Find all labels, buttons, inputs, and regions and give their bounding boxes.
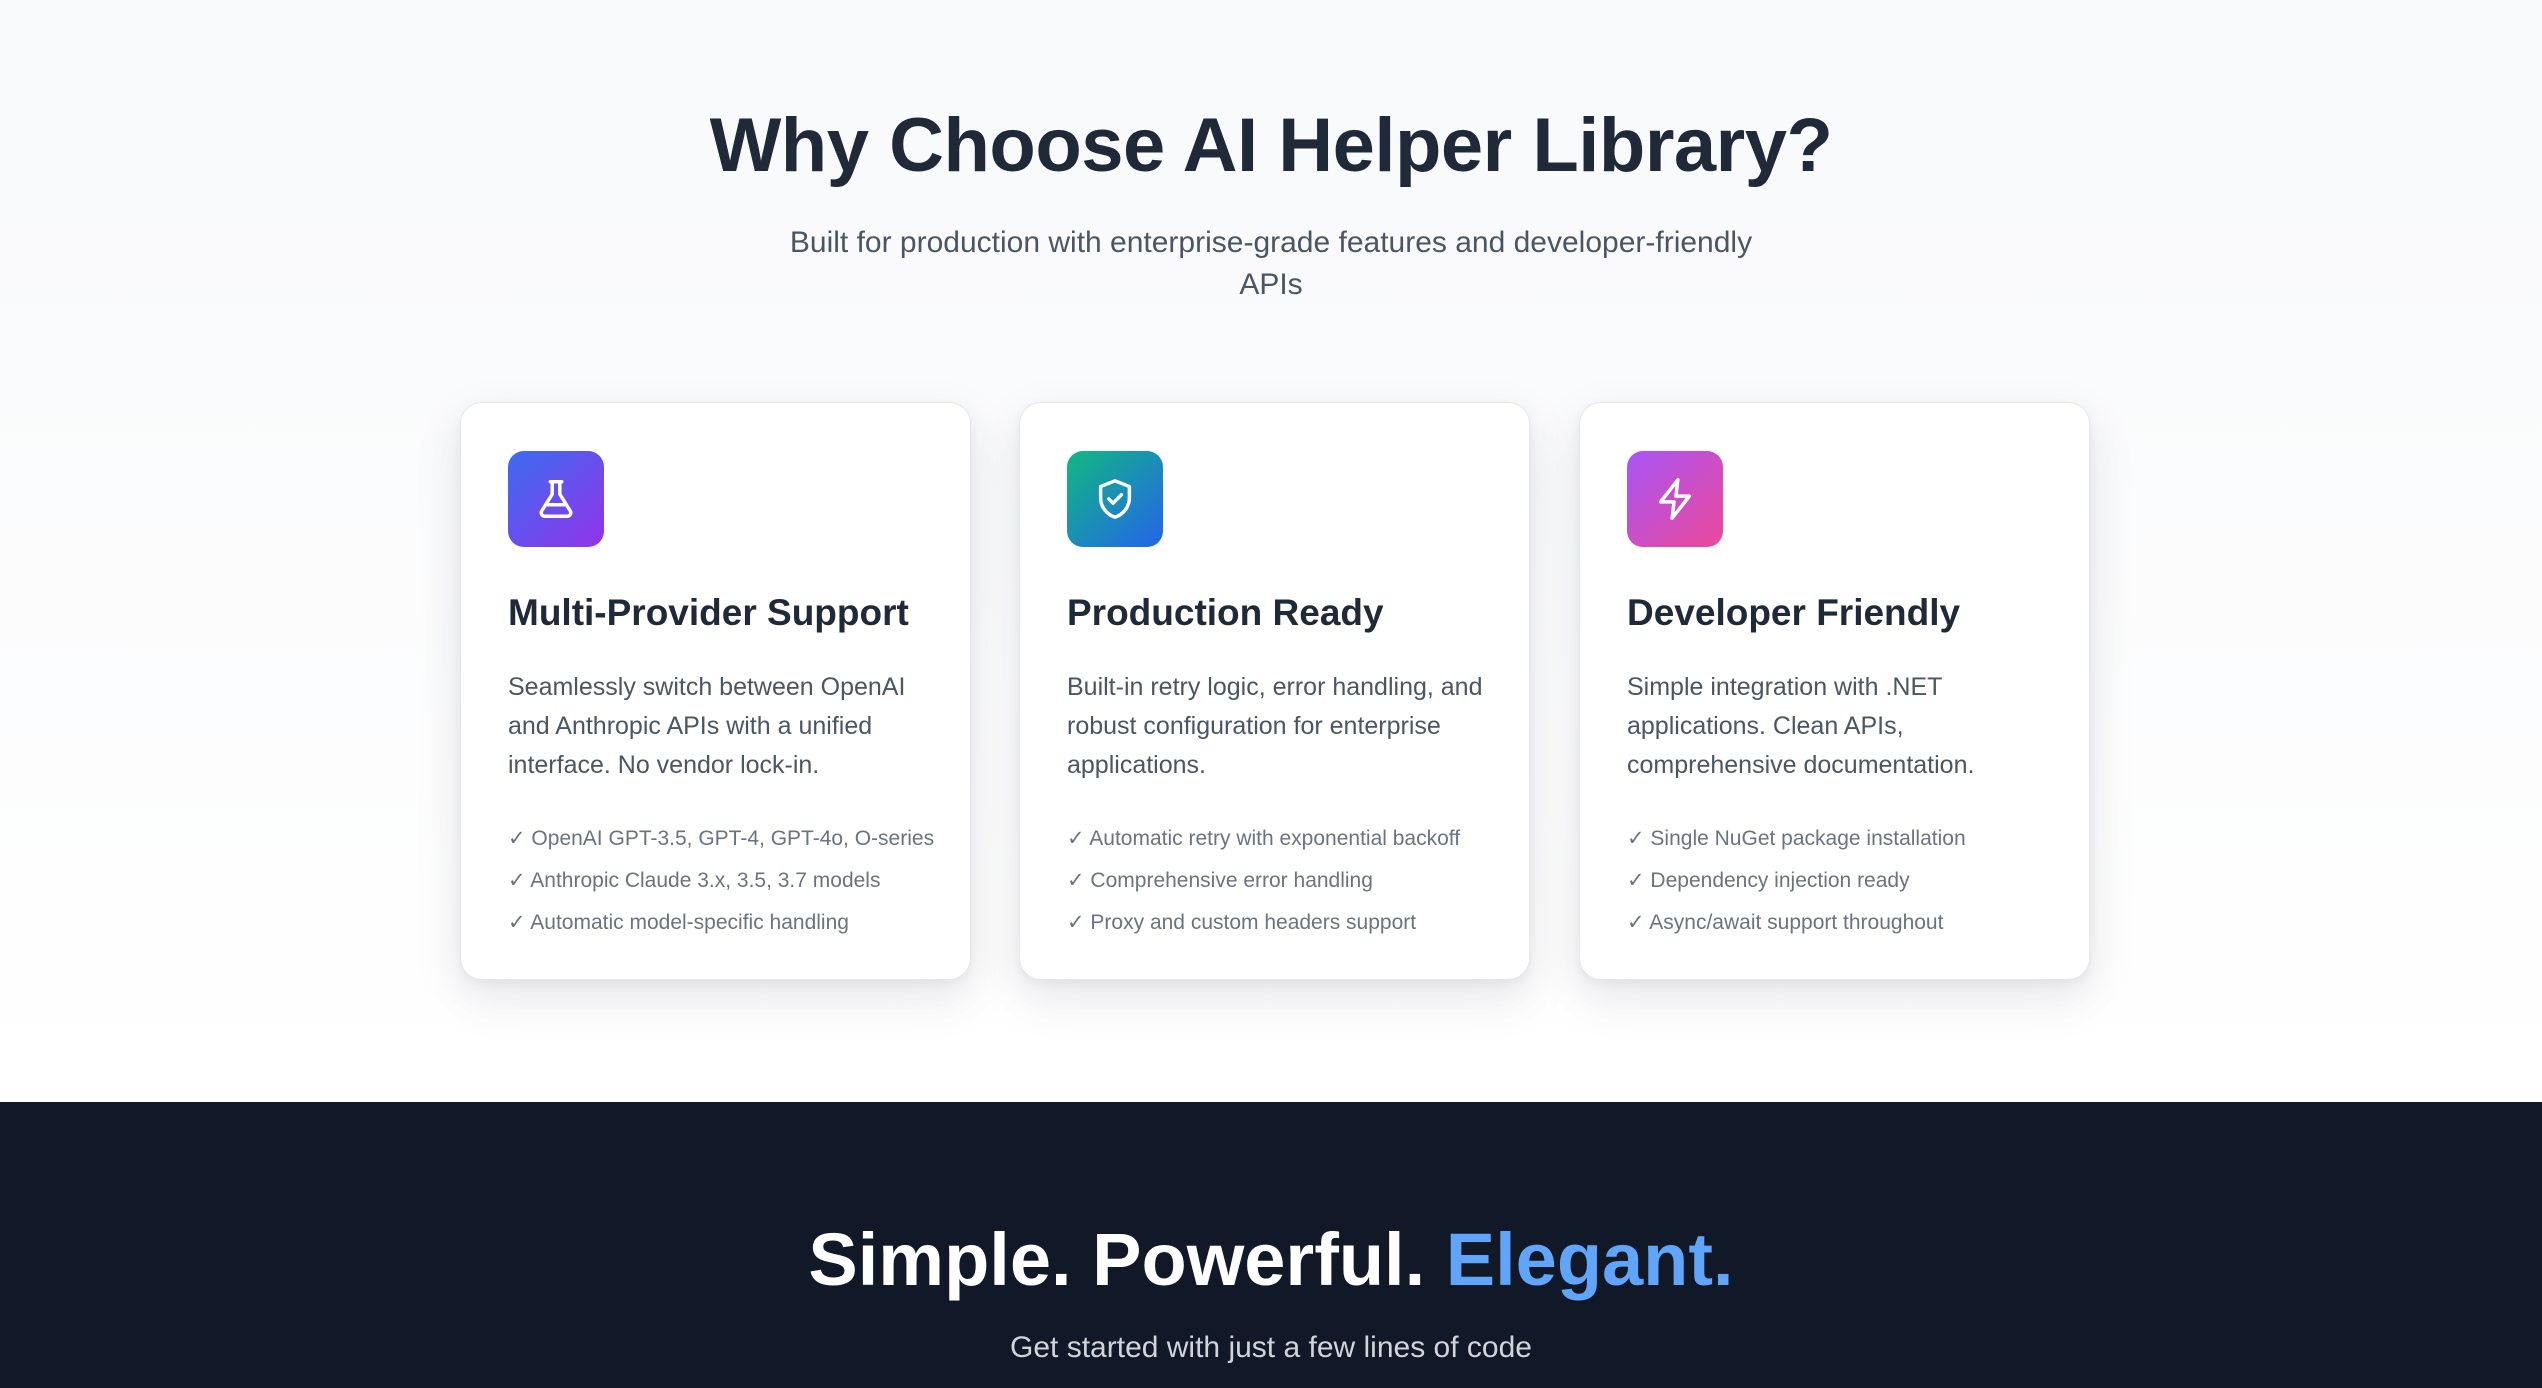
card-description: Seamlessly switch between OpenAI and Ant… — [508, 673, 906, 779]
features-subheading: Built for production with enterprise-gra… — [789, 226, 1753, 301]
feature-card-production-ready: Production Ready Built-in retry logic, e… — [1019, 402, 1530, 980]
card-feature-list: ✓ OpenAI GPT-3.5, GPT-4, GPT-4o, O-serie… — [508, 818, 934, 944]
list-item: ✓ Comprehensive error handling — [1067, 869, 1373, 892]
features-heading: Why Choose AI Helper Library? — [709, 103, 1833, 188]
list-item: ✓ Dependency injection ready — [1627, 869, 1910, 892]
card-description: Simple integration with .NET application… — [1627, 673, 1975, 779]
card-feature-list: ✓ Automatic retry with exponential backo… — [1067, 818, 1460, 944]
card-title: Multi-Provider Support — [508, 592, 909, 633]
feature-card-multi-provider: Multi-Provider Support Seamlessly switch… — [460, 402, 971, 980]
code-section-subheading: Get started with just a few lines of cod… — [1010, 1331, 1532, 1364]
list-item: ✓ OpenAI GPT-3.5, GPT-4, GPT-4o, O-serie… — [508, 827, 935, 850]
list-item: ✓ Automatic retry with exponential backo… — [1067, 827, 1461, 850]
shield-check-icon — [1067, 451, 1163, 547]
card-feature-list: ✓ Single NuGet package installation ✓ De… — [1627, 818, 1966, 944]
code-section-heading: Simple. Powerful. Elegant. — [0, 1223, 2542, 1297]
heading-accent-text: Elegant. — [1445, 1218, 1734, 1301]
card-title: Production Ready — [1067, 592, 1384, 633]
feature-card-developer-friendly: Developer Friendly Simple integration wi… — [1579, 402, 2090, 980]
list-item: ✓ Async/await support throughout — [1627, 911, 1944, 934]
features-section: Why Choose AI Helper Library? Built for … — [0, 0, 2542, 1102]
list-item: ✓ Proxy and custom headers support — [1067, 911, 1417, 934]
list-item: ✓ Anthropic Claude 3.x, 3.5, 3.7 models — [508, 869, 881, 892]
code-example-section: Simple. Powerful. Elegant. Get started w… — [0, 1102, 2542, 1388]
list-item: ✓ Single NuGet package installation — [1627, 827, 1966, 850]
flask-icon — [508, 451, 604, 547]
card-title: Developer Friendly — [1627, 592, 1961, 633]
heading-text: Simple. Powerful. — [808, 1218, 1426, 1301]
card-description: Built-in retry logic, error handling, an… — [1067, 673, 1483, 779]
lightning-bolt-icon — [1627, 451, 1723, 547]
list-item: ✓ Automatic model-specific handling — [508, 911, 849, 934]
